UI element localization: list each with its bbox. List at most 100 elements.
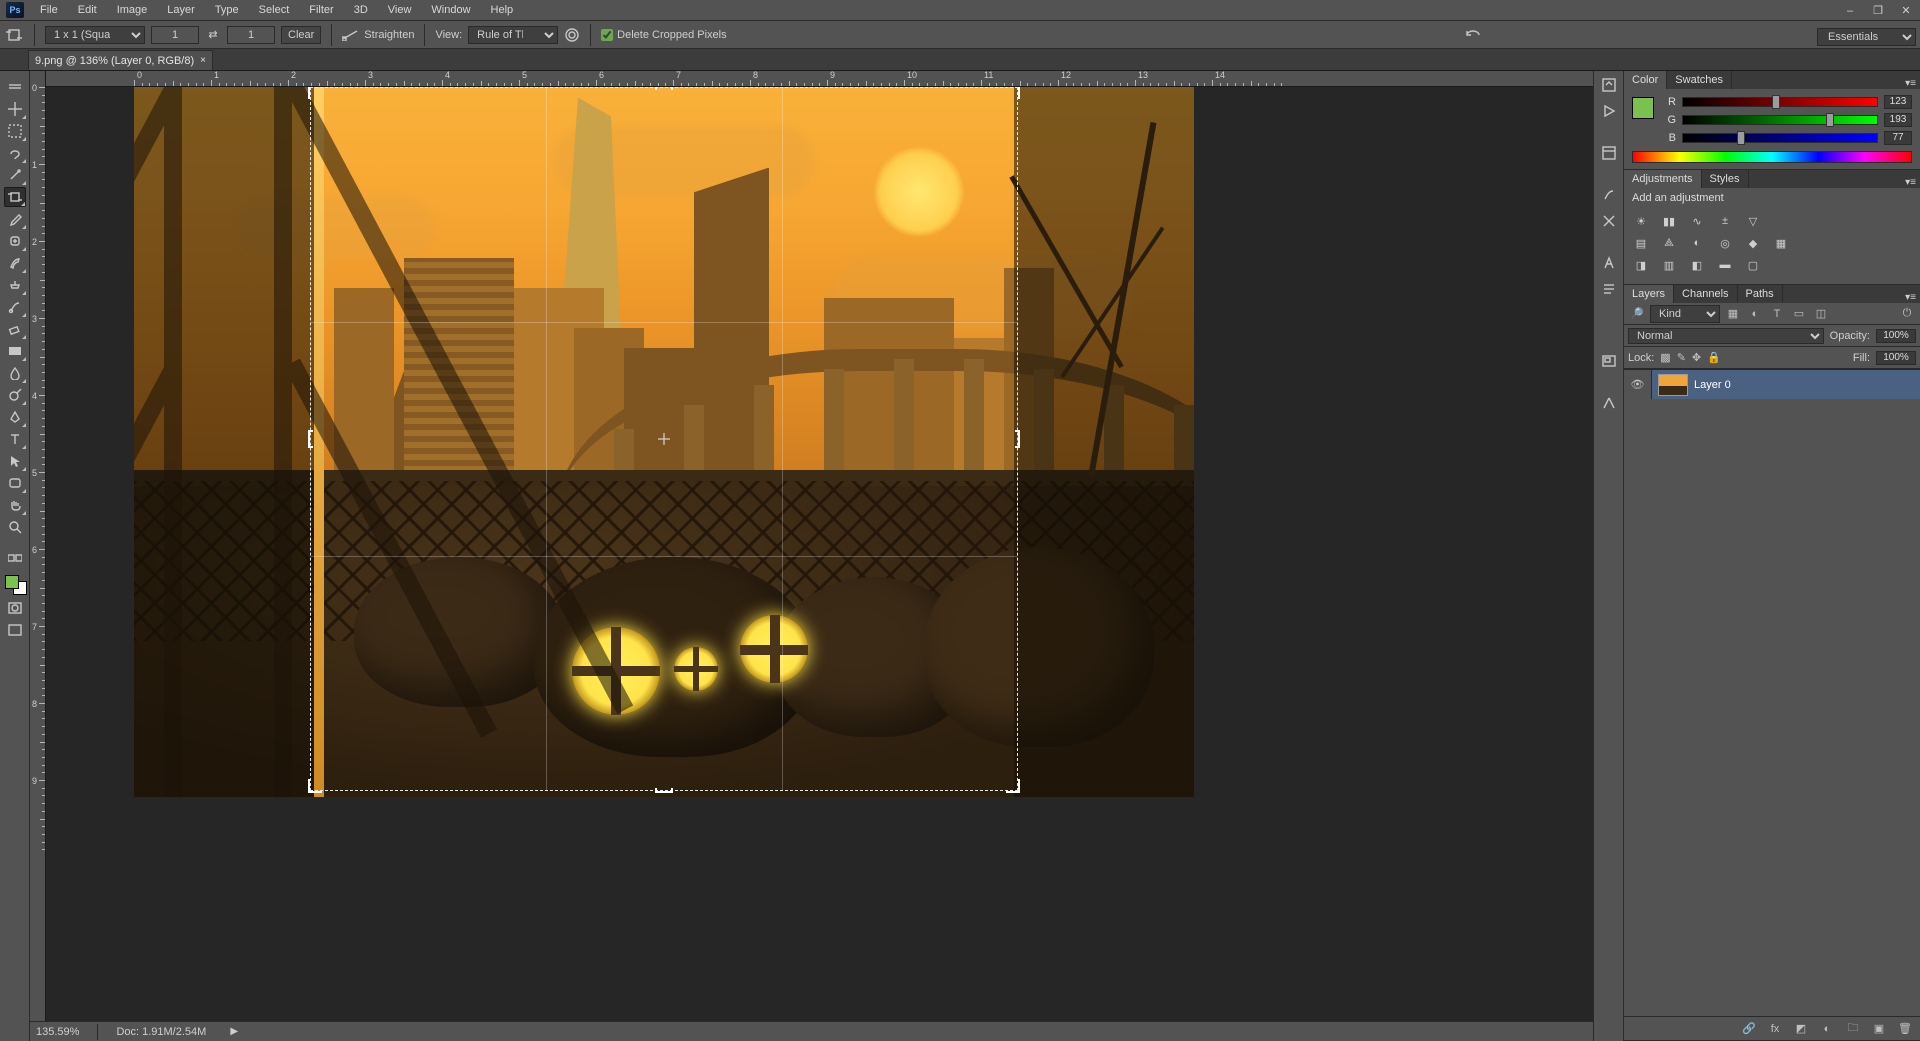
crop-ratio-width-input[interactable] [151, 26, 199, 44]
brush-tool[interactable] [4, 253, 26, 273]
status-menu-arrow-icon[interactable]: ▶ [230, 1026, 238, 1037]
tab-swatches[interactable]: Swatches [1667, 71, 1732, 89]
color-swatches[interactable] [3, 575, 27, 595]
actions-panel-icon[interactable] [1598, 101, 1620, 121]
eyedropper-tool[interactable] [4, 209, 26, 229]
color-lookup-icon[interactable]: ▦ [1772, 235, 1790, 251]
paragraph-panel-icon[interactable] [1598, 279, 1620, 299]
grip-icon[interactable] [4, 77, 26, 97]
default-swatches-icon[interactable] [4, 549, 26, 567]
panel-menu-icon[interactable]: ▾≡ [1905, 177, 1916, 188]
history-brush-tool[interactable] [4, 297, 26, 317]
channel-mixer-icon[interactable]: ◆ [1744, 235, 1762, 251]
healing-brush-tool[interactable] [4, 231, 26, 251]
new-group-icon[interactable]: 🗀 [1844, 1020, 1862, 1038]
layer-row[interactable]: 👁 Layer 0 [1624, 369, 1920, 399]
filter-smart-icon[interactable]: ◫ [1812, 306, 1830, 322]
crop-ratio-height-input[interactable] [227, 26, 275, 44]
magic-wand-tool[interactable] [4, 165, 26, 185]
tab-adjustments[interactable]: Adjustments [1624, 170, 1702, 188]
menu-help[interactable]: Help [481, 1, 524, 19]
crop-tool[interactable] [4, 187, 26, 207]
lock-transparent-icon[interactable]: ▩ [1660, 351, 1670, 364]
layer-thumbnail[interactable] [1658, 374, 1688, 396]
panel-menu-icon[interactable]: ▾≡ [1905, 78, 1916, 89]
tab-color[interactable]: Color [1624, 71, 1667, 89]
menu-filter[interactable]: Filter [299, 1, 343, 19]
document-tab-close-icon[interactable]: × [200, 55, 206, 66]
tab-channels[interactable]: Channels [1674, 285, 1737, 303]
path-selection-tool[interactable] [4, 451, 26, 471]
hue-sat-icon[interactable]: ▤ [1632, 235, 1650, 251]
brush-presets-panel-icon[interactable] [1598, 211, 1620, 231]
tab-paths[interactable]: Paths [1738, 285, 1783, 303]
channel-slider-g[interactable] [1682, 115, 1878, 125]
opacity-value[interactable]: 100% [1876, 329, 1916, 343]
character-panel-icon[interactable] [1598, 253, 1620, 273]
ruler-vertical[interactable]: 0123456789 [30, 71, 46, 1021]
new-adjustment-layer-icon[interactable]: ◐ [1818, 1020, 1836, 1038]
dodge-tool[interactable] [4, 385, 26, 405]
channel-slider-b[interactable] [1682, 133, 1878, 143]
delete-cropped-checkbox-input[interactable] [601, 29, 613, 41]
canvas-viewport[interactable] [46, 87, 1593, 1021]
layer-name[interactable]: Layer 0 [1694, 379, 1731, 391]
brushes-panel-icon[interactable] [1598, 185, 1620, 205]
lock-pixels-icon[interactable]: ✎ [1677, 351, 1686, 364]
bw-icon[interactable]: ◐ [1688, 235, 1706, 251]
properties-panel-icon[interactable] [1598, 143, 1620, 163]
crop-view-select[interactable]: Rule of Thirds [468, 26, 558, 44]
history-panel-icon[interactable] [1598, 75, 1620, 95]
color-spectrum[interactable] [1632, 151, 1912, 163]
channel-slider-r[interactable] [1682, 97, 1878, 107]
lock-all-icon[interactable]: 🔒 [1707, 351, 1721, 364]
pen-tool[interactable] [4, 407, 26, 427]
gradient-map-icon[interactable]: ▬ [1716, 257, 1734, 273]
filter-type-icon[interactable]: T [1768, 306, 1786, 322]
straighten-icon[interactable] [342, 27, 358, 43]
navigator-panel-icon[interactable] [1598, 351, 1620, 371]
selective-color-icon[interactable]: ▢ [1744, 257, 1762, 273]
add-mask-icon[interactable]: ◩ [1792, 1020, 1810, 1038]
menu-view[interactable]: View [378, 1, 422, 19]
lock-position-icon[interactable]: ✥ [1692, 351, 1701, 364]
eraser-tool[interactable] [4, 319, 26, 339]
menu-image[interactable]: Image [107, 1, 158, 19]
menu-file[interactable]: File [30, 1, 68, 19]
layer-filter-kind-select[interactable]: Kind [1650, 305, 1720, 323]
move-tool[interactable] [4, 99, 26, 119]
exposure-icon[interactable]: ± [1716, 213, 1734, 229]
delete-cropped-checkbox[interactable]: Delete Cropped Pixels [601, 29, 726, 41]
color-foreground-swatch[interactable] [1632, 97, 1654, 119]
brightness-contrast-icon[interactable]: ☀ [1632, 213, 1650, 229]
link-layers-icon[interactable]: 🔗 [1740, 1020, 1758, 1038]
threshold-icon[interactable]: ◧ [1688, 257, 1706, 273]
zoom-tool[interactable] [4, 517, 26, 537]
tab-styles[interactable]: Styles [1702, 170, 1749, 188]
shape-tool[interactable] [4, 473, 26, 493]
filter-pixel-icon[interactable]: ▦ [1724, 306, 1742, 322]
menu-select[interactable]: Select [249, 1, 300, 19]
info-panel-icon[interactable] [1598, 393, 1620, 413]
hand-tool[interactable] [4, 495, 26, 515]
levels-icon[interactable]: ▮▮ [1660, 213, 1678, 229]
menu-3d[interactable]: 3D [344, 1, 378, 19]
menu-edit[interactable]: Edit [68, 1, 107, 19]
filter-shape-icon[interactable]: ▭ [1790, 306, 1808, 322]
clear-ratio-button[interactable]: Clear [281, 26, 321, 44]
menu-type[interactable]: Type [205, 1, 249, 19]
vibrance-icon[interactable]: ▽ [1744, 213, 1762, 229]
layer-style-icon[interactable]: fx [1766, 1020, 1784, 1038]
posterize-icon[interactable]: ▥ [1660, 257, 1678, 273]
status-zoom[interactable]: 135.59% [36, 1026, 79, 1038]
ruler-horizontal[interactable]: 01234567891011121314 [46, 71, 1593, 87]
lasso-tool[interactable] [4, 143, 26, 163]
filter-adjustment-icon[interactable]: ◐ [1746, 306, 1764, 322]
status-doc-size[interactable]: Doc: 1.91M/2.54M [116, 1026, 206, 1038]
swap-ratio-icon[interactable]: ⇄ [205, 27, 221, 43]
marquee-tool[interactable] [4, 121, 26, 141]
crop-ratio-preset-select[interactable]: 1 x 1 (Square) [45, 26, 145, 44]
tab-layers[interactable]: Layers [1624, 285, 1674, 303]
layer-filter-kind-icon[interactable]: 🔎 [1628, 306, 1646, 322]
document-canvas[interactable] [134, 87, 1194, 797]
